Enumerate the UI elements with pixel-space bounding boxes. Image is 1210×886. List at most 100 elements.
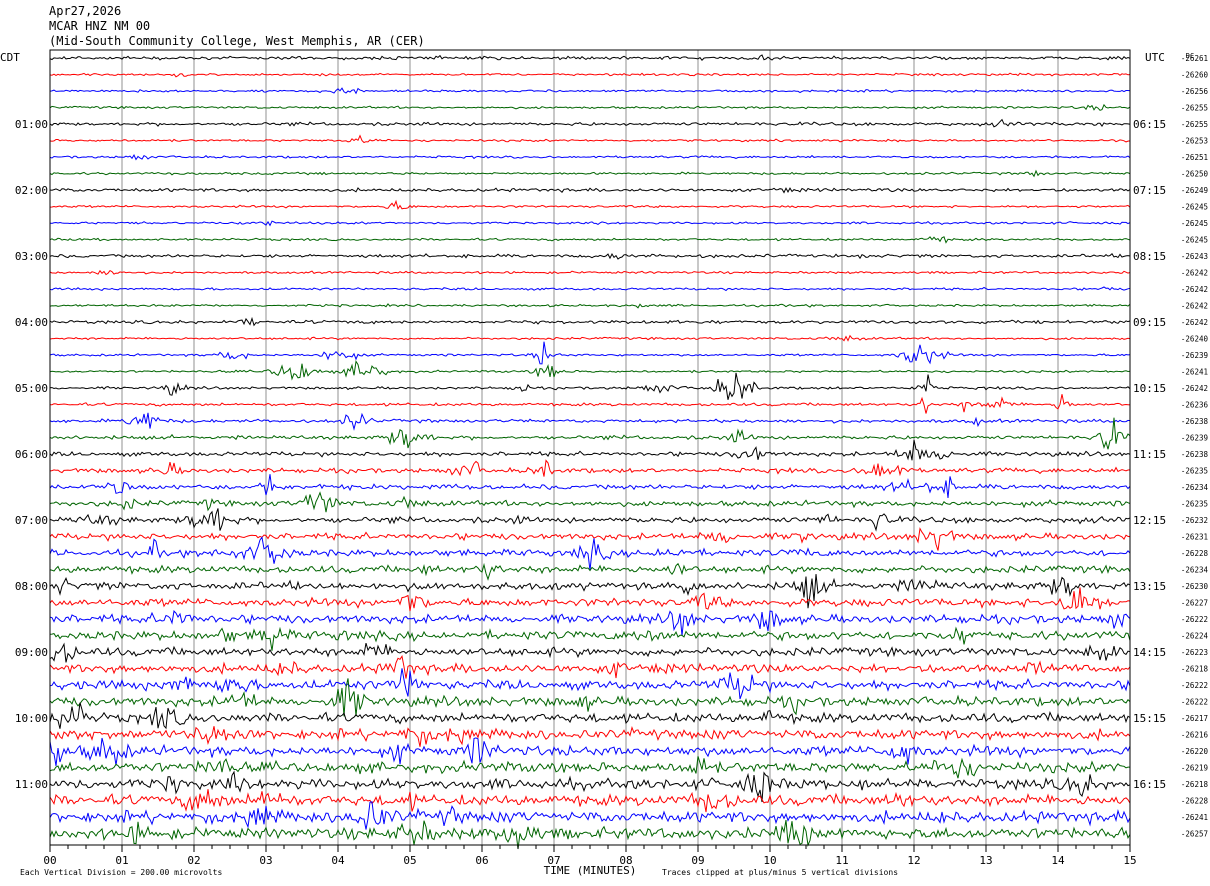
dc-offset-label: -26228 — [1181, 549, 1209, 558]
dc-offset-label: -26218 — [1181, 780, 1209, 789]
dc-offset-label: -26240 — [1181, 335, 1209, 344]
helicorder-plot: 00 01 02 03 04 05 06 07 08 09 10 11 12 13 14 15TIME (MI… — [0, 49, 1208, 877]
seismic-trace — [49, 474, 1131, 499]
right-hour-label: 14:15 — [1133, 646, 1166, 659]
seismic-trace — [49, 801, 1131, 830]
right-hour-label: 16:15 — [1133, 778, 1166, 791]
dc-offset-label: -26242 — [1181, 384, 1208, 393]
seismic-trace — [49, 54, 1131, 61]
dc-offset-label: -26224 — [1181, 632, 1209, 641]
x-tick-label: 04 — [331, 854, 345, 867]
seismic-trace — [49, 372, 1131, 400]
dc-offset-label: -26234 — [1181, 566, 1209, 575]
seismic-trace — [49, 655, 1131, 679]
dc-offset-label: -26227 — [1181, 599, 1208, 608]
left-timezone-label: CDT — [0, 51, 20, 64]
right-hour-label: 10:15 — [1133, 382, 1166, 395]
left-hour-label: 11:00 — [15, 778, 48, 791]
left-hour-label: 04:00 — [15, 316, 48, 329]
plot-border — [49, 49, 1131, 846]
x-tick-label: 11 — [835, 854, 848, 867]
seismic-trace — [49, 359, 1131, 381]
seismic-trace — [49, 668, 1131, 700]
left-hour-label: 07:00 — [15, 514, 48, 527]
seismic-trace — [49, 439, 1131, 461]
x-tick-label: 10 — [763, 854, 776, 867]
right-hour-label: 13:15 — [1133, 580, 1166, 593]
x-tick-label: 09 — [691, 854, 704, 867]
seismic-trace — [49, 334, 1131, 342]
seismic-trace — [49, 286, 1131, 292]
dc-offset-label: -26219 — [1181, 764, 1208, 773]
x-tick-label: 05 — [403, 854, 416, 867]
seismic-trace — [49, 756, 1130, 779]
right-hour-label: 09:15 — [1133, 316, 1166, 329]
dc-offset-label: -26239 — [1181, 351, 1208, 360]
dc-offset-label: -26241 — [1181, 813, 1208, 822]
seismic-trace — [49, 459, 1131, 477]
left-hour-label: 08:00 — [15, 580, 48, 593]
x-tick-label: 02 — [187, 854, 200, 867]
seismic-trace — [49, 737, 1131, 766]
dc-offset-label: -26257 — [1181, 830, 1208, 839]
dc-offset-label: -26242 — [1181, 318, 1208, 327]
dc-offset-label: -26217 — [1181, 714, 1208, 723]
footer-clip-note: Traces clipped at plus/minus 5 vertical … — [662, 868, 898, 877]
x-tick-label: 15 — [1123, 854, 1136, 867]
seismic-trace — [49, 87, 1131, 95]
seismic-trace — [49, 770, 1131, 803]
seismic-trace — [49, 199, 1131, 211]
dc-offset-label: -26243 — [1181, 252, 1208, 261]
dc-offset-label: -26241 — [1181, 368, 1208, 377]
dc-offset-label: -26232 — [1181, 516, 1208, 525]
seismic-trace — [49, 236, 1131, 244]
x-tick-label: 00 — [43, 854, 56, 867]
seismic-trace — [49, 789, 1131, 813]
dc-offset-label: -26256 — [1181, 87, 1209, 96]
seismic-trace — [49, 725, 1131, 747]
dc-offset-label: -26222 — [1181, 615, 1208, 624]
seismic-trace — [49, 491, 1131, 513]
seismic-trace — [49, 642, 1131, 663]
right-hour-label: 07:15 — [1133, 184, 1166, 197]
seismic-trace — [49, 220, 1131, 227]
seismic-trace — [49, 118, 1131, 128]
dc-offset-label: -26250 — [1181, 170, 1209, 179]
dc-offset-label: -26235 — [1181, 467, 1208, 476]
x-tick-label: 06 — [475, 854, 488, 867]
dc-offset-label: -26216 — [1181, 731, 1209, 740]
dc-offset-label: -26222 — [1181, 681, 1208, 690]
dc-offset-label: -26239 — [1181, 434, 1208, 443]
seismic-trace — [49, 508, 1131, 532]
dc-offset-label: -26242 — [1181, 302, 1208, 311]
dc-offset-label: -26218 — [1181, 665, 1209, 674]
dc-offset-label: -26245 — [1181, 236, 1208, 245]
seismic-trace — [49, 72, 1131, 78]
right-hour-label: 08:15 — [1133, 250, 1166, 263]
seismic-trace — [49, 316, 1131, 327]
seismic-trace — [49, 187, 1131, 194]
dc-offset-label: -26242 — [1181, 285, 1208, 294]
seismic-trace — [49, 536, 1131, 571]
x-tick-label: 01 — [115, 854, 128, 867]
plot-frame — [49, 49, 1131, 852]
axis-labels: 00 01 02 03 04 05 06 07 08 09 10 11 12 13 14 15TIME (MI… — [0, 51, 1208, 877]
plot-grid — [121, 50, 1059, 845]
dc-offset-label: -26260 — [1181, 71, 1209, 80]
dc-offset-label: -26235 — [1181, 500, 1208, 509]
dc-offset-label: -26220 — [1181, 747, 1209, 756]
dc-offset-label: -26238 — [1181, 417, 1209, 426]
left-hour-label: 10:00 — [15, 712, 48, 725]
seismic-trace — [49, 527, 1131, 551]
seismic-trace — [49, 394, 1131, 414]
seismic-trace — [49, 269, 1131, 276]
dc-offset-label: -26245 — [1181, 219, 1208, 228]
left-hour-label: 02:00 — [15, 184, 48, 197]
x-tick-label: 14 — [1051, 854, 1065, 867]
left-hour-label: 01:00 — [15, 118, 48, 131]
trace-group — [49, 54, 1131, 850]
dc-offset-label: -26223 — [1181, 648, 1208, 657]
seismic-trace — [49, 417, 1131, 450]
dc-offset-label: -26242 — [1181, 269, 1208, 278]
x-tick-label: 03 — [259, 854, 272, 867]
